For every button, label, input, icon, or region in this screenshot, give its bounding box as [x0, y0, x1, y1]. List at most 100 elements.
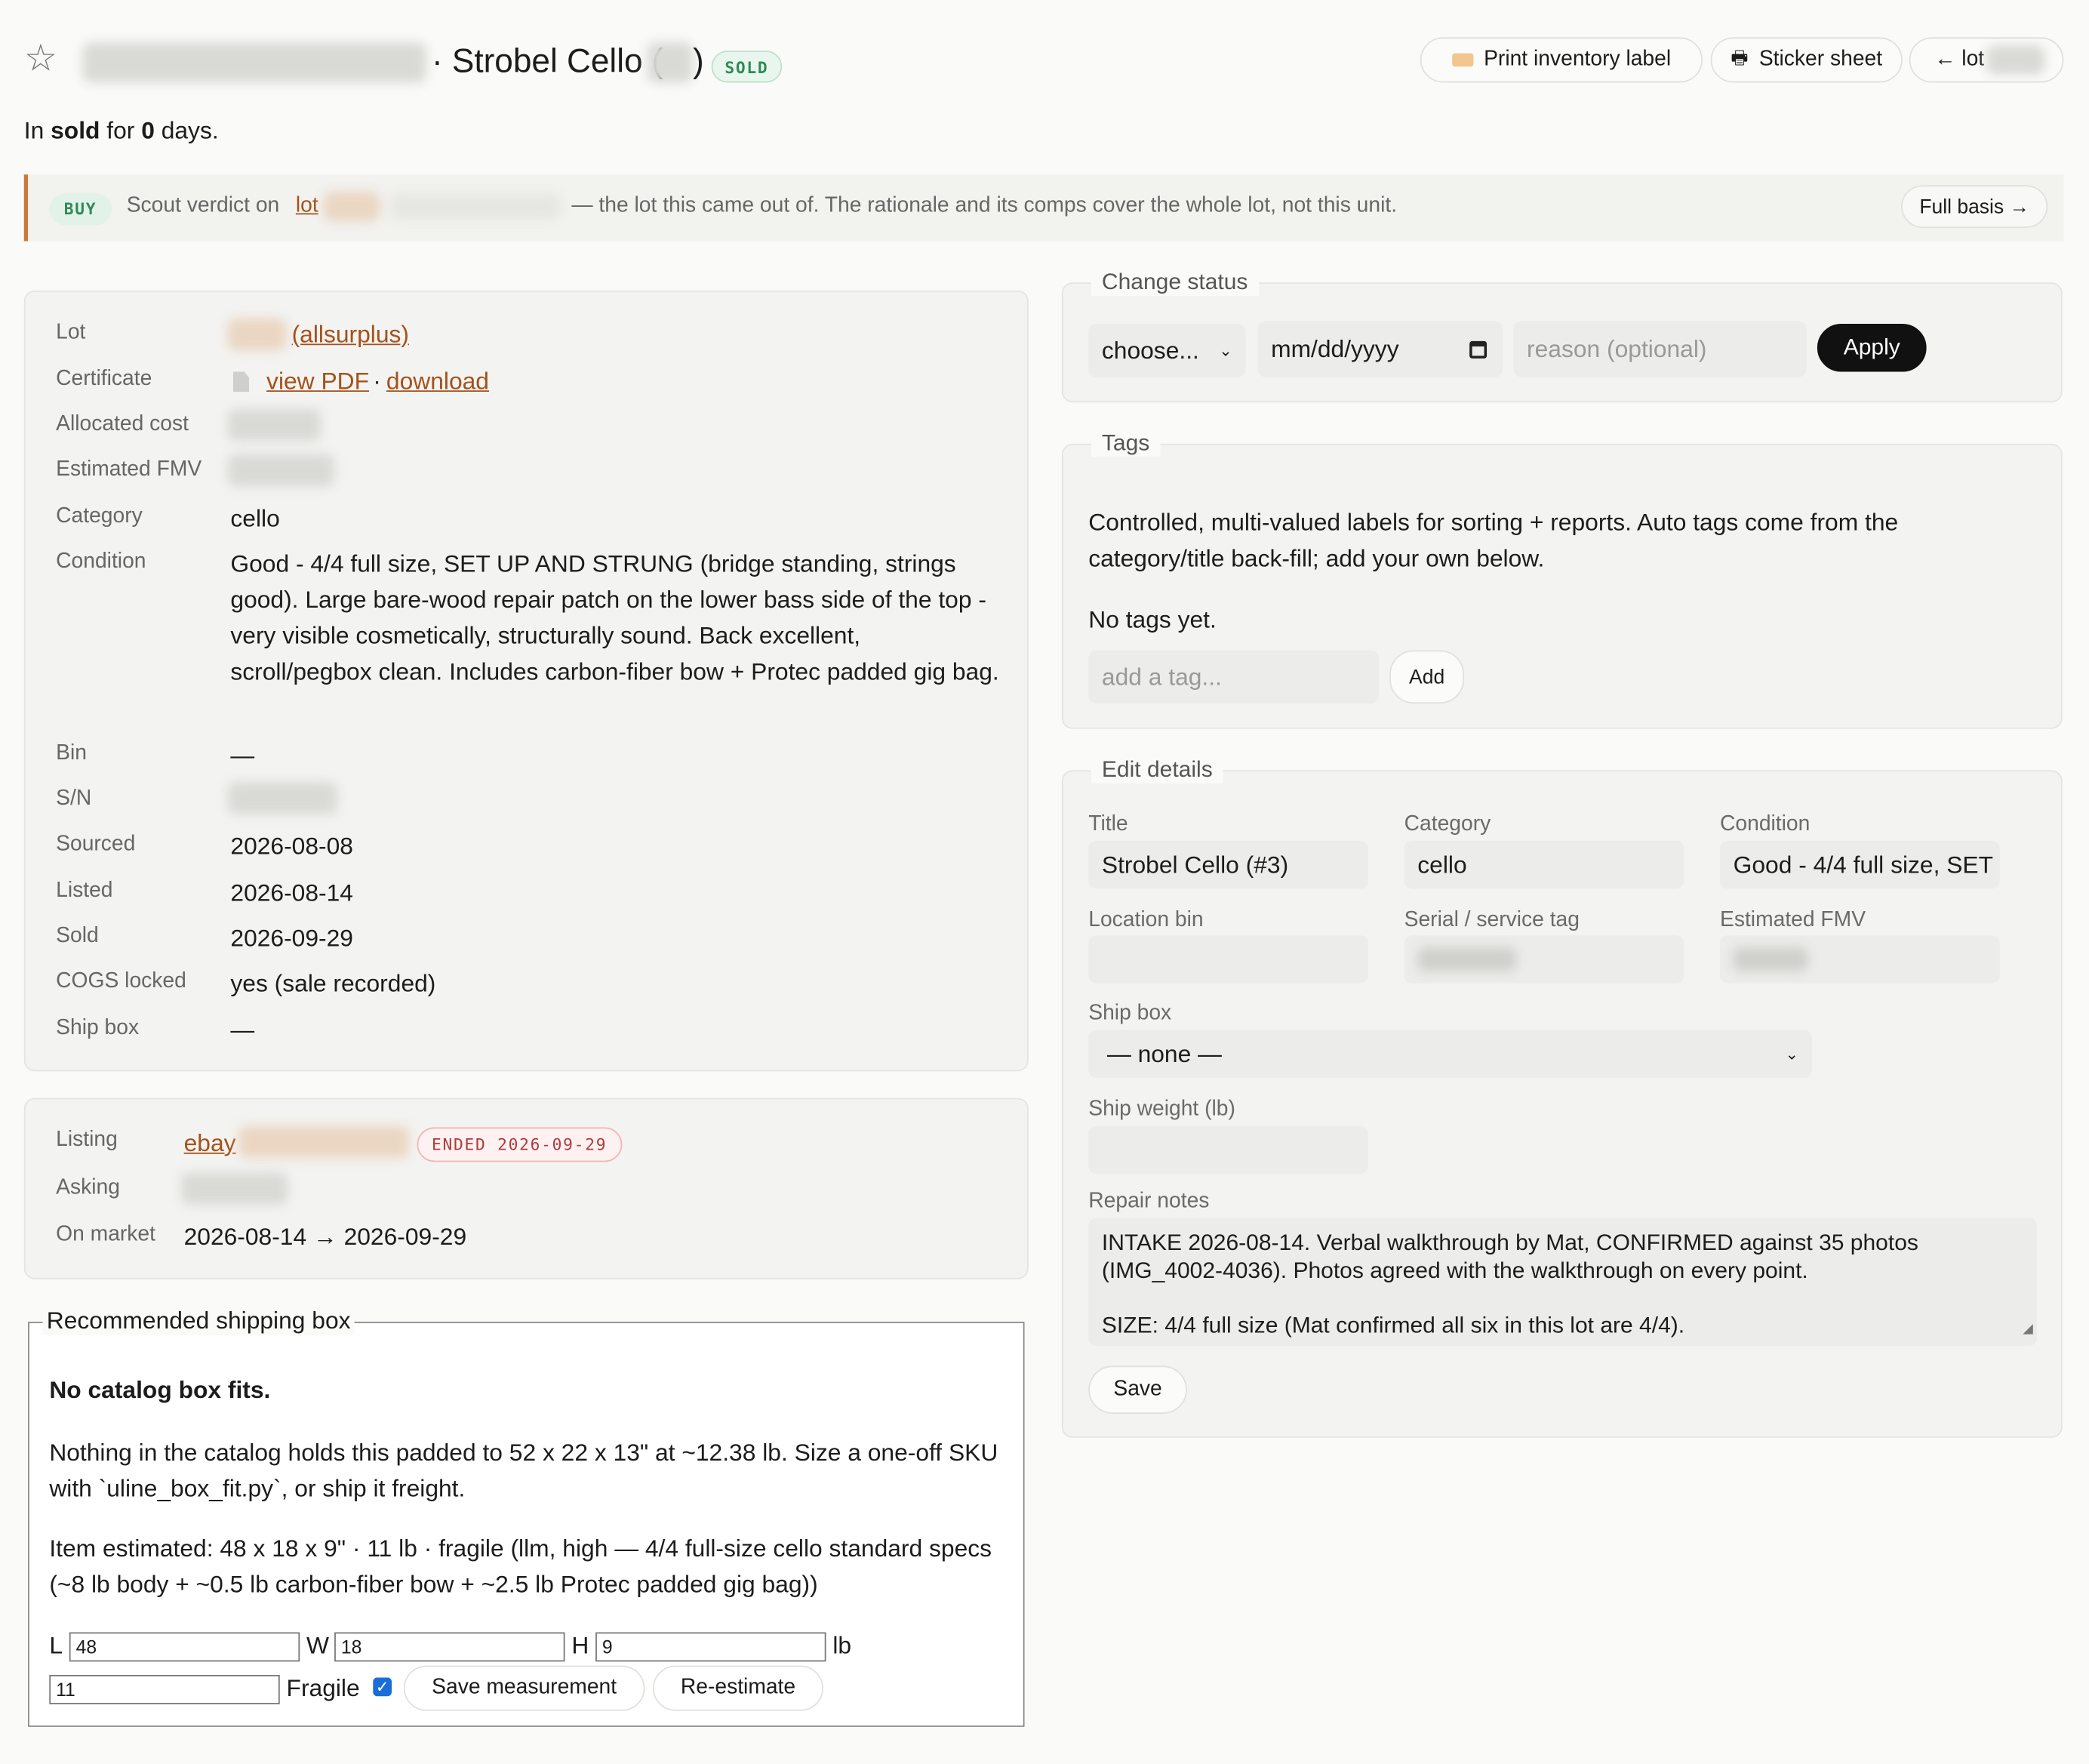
add-tag-button[interactable]: Add	[1389, 650, 1465, 704]
lot-link[interactable]: (allsurplus)	[292, 321, 409, 349]
ebay-listing-link[interactable]: ebay	[184, 1130, 236, 1158]
printer-icon: 🖶	[1731, 46, 1749, 69]
width-label: W	[306, 1632, 330, 1659]
repair-notes-line: (IMG_4002-4036). Photos agreed with the …	[1101, 1258, 1808, 1283]
weight-input[interactable]: 11	[49, 1674, 280, 1704]
redacted-unit-number	[647, 42, 693, 83]
listed-value: 2026-08-14	[230, 879, 353, 907]
sold-label: Sold	[56, 925, 99, 948]
redacted-serial-number	[227, 782, 337, 814]
ended-badge: ENDED 2026-09-29	[417, 1127, 622, 1162]
ship-weight-label: Ship weight (lb)	[1088, 1097, 1235, 1121]
sourced-value: 2026-08-08	[230, 833, 353, 860]
re-estimate-button[interactable]: Re-estimate	[652, 1665, 823, 1711]
repair-notes-line: SIZE: 4/4 full size (Mat confirmed all s…	[1101, 1312, 1685, 1338]
redacted-listing-id	[238, 1125, 409, 1159]
star-icon[interactable]: ☆	[24, 39, 57, 77]
scout-verdict-banner: BUY Scout verdict on lot — the lot this …	[23, 174, 2064, 242]
ship-box-label: Ship box	[56, 1016, 140, 1039]
full-basis-button[interactable]: Full basis →	[1901, 185, 2048, 228]
save-details-button[interactable]: Save	[1088, 1365, 1187, 1414]
condition-field-label: Condition	[1720, 812, 1811, 836]
shipping-box-message: Nothing in the catalog holds this padded…	[49, 1439, 998, 1502]
edit-details-panel: Edit details Title Strobel Cello (#3) Ca…	[1061, 756, 2063, 1438]
download-link[interactable]: download	[386, 368, 489, 396]
status-select[interactable]: choose... ⌄	[1088, 323, 1246, 377]
redacted-allocated-cost	[227, 408, 322, 442]
print-inventory-label-button[interactable]: Print inventory label	[1420, 37, 1703, 83]
apply-button[interactable]: Apply	[1817, 323, 1927, 372]
redacted-fmv	[1733, 947, 1808, 971]
shipping-box-headline: No catalog box fits.	[49, 1376, 271, 1403]
repair-notes-label: Repair notes	[1088, 1190, 1210, 1213]
cogs-locked-value: yes (sale recorded)	[230, 970, 436, 997]
sold-value: 2026-09-29	[230, 925, 353, 952]
current-status: sold	[51, 117, 100, 144]
height-input[interactable]: 9	[595, 1632, 826, 1662]
shipping-box-legend: Recommended shipping box	[42, 1307, 355, 1335]
chevron-down-icon: ⌄	[1219, 340, 1232, 360]
scout-text-suffix: — the lot this came out of. The rational…	[571, 194, 1398, 217]
ship-box-field-label: Ship box	[1088, 1002, 1172, 1025]
calendar-icon	[1469, 340, 1488, 358]
status-date-input[interactable]: mm/dd/yyyy	[1257, 321, 1503, 377]
verdict-badge: BUY	[49, 192, 112, 226]
length-input[interactable]: 48	[69, 1632, 300, 1662]
allocated-cost-label: Allocated cost	[56, 413, 189, 436]
estimated-fmv-field-label: Estimated FMV	[1720, 908, 1866, 931]
ship-box-select[interactable]: — none — ⌄	[1088, 1030, 1812, 1079]
status-line: In sold for 0 days.	[23, 117, 219, 144]
width-input[interactable]: 18	[334, 1632, 565, 1662]
change-status-legend: Change status	[1091, 269, 1259, 296]
on-market-value: 2026-08-14 → 2026-09-29	[183, 1223, 467, 1250]
category-field-label: Category	[1404, 812, 1491, 836]
fragile-label: Fragile	[286, 1674, 360, 1702]
category-value: cello	[230, 505, 280, 532]
fragile-checkbox[interactable]: ✓	[373, 1677, 392, 1697]
redacted-asking-price	[181, 1172, 288, 1205]
back-to-lot-button[interactable]: ← lot	[1909, 37, 2064, 83]
label-tag-icon	[1451, 53, 1473, 67]
repair-notes-line: INTAKE 2026-08-14. Verbal walkthrough by…	[1101, 1230, 1918, 1255]
status-select-value: choose...	[1101, 336, 1199, 364]
redacted-serial	[1417, 947, 1516, 971]
status-date-placeholder: mm/dd/yyyy	[1271, 334, 1399, 362]
page-title-suffix: )	[692, 42, 704, 80]
reason-input[interactable]: reason (optional)	[1513, 321, 1807, 377]
redacted-lot-id	[1986, 45, 2046, 75]
category-input[interactable]: cello	[1404, 840, 1684, 889]
bin-label: Bin	[56, 742, 87, 765]
serial-tag-label: Serial / service tag	[1404, 908, 1580, 931]
location-bin-input[interactable]	[1088, 935, 1368, 984]
view-pdf-link[interactable]: view PDF	[266, 368, 369, 396]
scout-text-prefix: Scout verdict on	[126, 194, 280, 217]
save-measurement-button[interactable]: Save measurement	[403, 1665, 645, 1711]
asking-label: Asking	[56, 1176, 120, 1199]
page-title: · Strobel Cello (	[431, 42, 663, 80]
tags-description: Controlled, multi-valued labels for sort…	[1088, 509, 1899, 572]
weight-unit-label: lb	[832, 1632, 852, 1659]
resize-handle-icon[interactable]: ◢	[2023, 1315, 2033, 1343]
details-card: Lot (allsurplus) Certificate view PDF · …	[23, 290, 1029, 1072]
sourced-label: Sourced	[56, 833, 136, 856]
scout-lot-link[interactable]: lot	[296, 195, 318, 219]
redacted-sku	[82, 42, 426, 83]
estimated-fmv-input[interactable]	[1720, 935, 2000, 984]
chevron-down-icon: ⌄	[1785, 1044, 1799, 1064]
estimated-fmv-label: Estimated FMV	[56, 458, 202, 482]
repair-notes-textarea[interactable]: INTAKE 2026-08-14. Verbal walkthrough by…	[1088, 1218, 2038, 1346]
sticker-sheet-button[interactable]: 🖶 Sticker sheet	[1710, 37, 1903, 83]
tags-panel: Tags Controlled, multi-valued labels for…	[1061, 430, 2063, 729]
add-tag-input[interactable]: add a tag...	[1088, 650, 1380, 704]
tags-legend: Tags	[1091, 430, 1161, 457]
redacted-lot-title	[390, 192, 561, 220]
title-input[interactable]: Strobel Cello (#3)	[1088, 840, 1368, 889]
on-market-label: On market	[56, 1223, 155, 1246]
ship-box-select-value: — none —	[1106, 1039, 1222, 1067]
ship-weight-input[interactable]	[1088, 1125, 1368, 1174]
category-label: Category	[56, 505, 143, 528]
bin-value: —	[230, 742, 255, 769]
change-status-panel: Change status choose... ⌄ mm/dd/yyyy rea…	[1061, 269, 2063, 403]
condition-input[interactable]: Good - 4/4 full size, SET	[1720, 840, 2000, 889]
serial-tag-input[interactable]	[1404, 935, 1684, 984]
